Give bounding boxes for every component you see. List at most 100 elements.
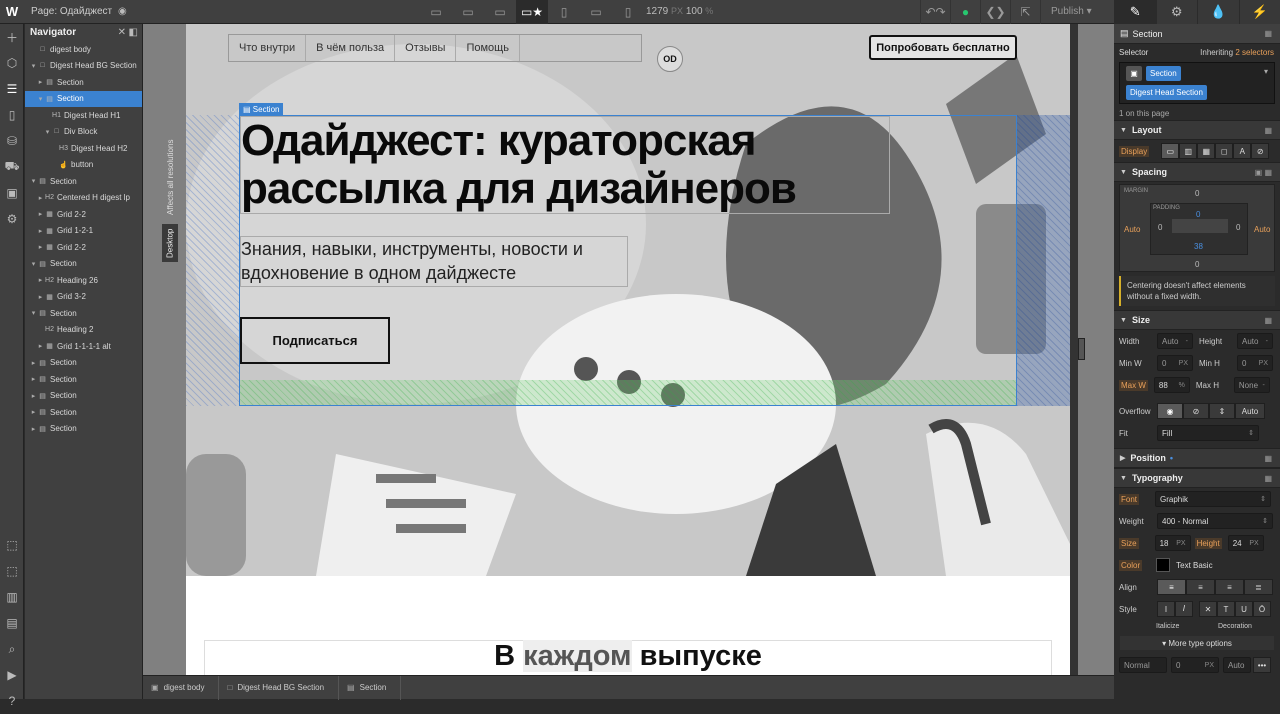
navigator-item[interactable]: ▸▦Grid 3-2 bbox=[25, 289, 142, 306]
try-free-button[interactable]: Попробовать бесплатно bbox=[869, 35, 1017, 60]
position-section-header[interactable]: ▶Position•▦ bbox=[1114, 448, 1280, 468]
align-justify-icon[interactable]: ≣ bbox=[1244, 579, 1273, 595]
navigator-item[interactable]: ▸▦Grid 1-1-1-1 alt bbox=[25, 338, 142, 355]
max-width-input[interactable]: 88% bbox=[1154, 377, 1190, 393]
selector-chip[interactable]: Section bbox=[1146, 66, 1181, 81]
navigator-item[interactable]: ▸H2Centered H digest lp bbox=[25, 190, 142, 207]
overflow-scroll-icon[interactable]: ⇕ bbox=[1209, 403, 1235, 419]
webflow-logo-icon[interactable]: W bbox=[4, 4, 20, 20]
letter-case-select[interactable]: Normal bbox=[1119, 657, 1167, 673]
layout-section-header[interactable]: ▼Layout▦ bbox=[1114, 120, 1280, 140]
line-height-input[interactable]: 24PX bbox=[1228, 535, 1264, 551]
cms-database-icon[interactable]: ⛁ bbox=[0, 128, 24, 154]
hero-section[interactable]: Что внутри В чём польза Отзывы Помощь OD… bbox=[186, 24, 1070, 576]
margin-right-value[interactable]: Auto bbox=[1254, 225, 1270, 234]
section-menu-icon[interactable]: ▦ bbox=[1264, 454, 1272, 463]
navigator-item[interactable]: ▾□Div Block bbox=[25, 124, 142, 141]
padding-bottom-value[interactable]: 38 bbox=[1194, 242, 1203, 251]
breadcrumb-item[interactable]: ▣digest body bbox=[143, 676, 219, 700]
help-icon[interactable]: ? bbox=[0, 688, 24, 714]
preview-eye-icon[interactable]: ◉ bbox=[118, 5, 132, 19]
selection-tag[interactable]: ▤ Section bbox=[239, 103, 283, 115]
expand-arrow-icon[interactable]: ▸ bbox=[36, 210, 45, 218]
expand-arrow-icon[interactable]: ▸ bbox=[36, 243, 45, 251]
style-brush-icon[interactable]: ✎ bbox=[1114, 0, 1156, 24]
align-center-icon[interactable]: ≡ bbox=[1186, 579, 1215, 595]
navigator-item[interactable]: ▸▤Section bbox=[25, 355, 142, 372]
section-menu-icon[interactable]: ▦ bbox=[1264, 126, 1272, 135]
edit-mode-icon[interactable]: ⬚ bbox=[0, 558, 24, 584]
element-settings-icon[interactable]: ▦ bbox=[1264, 29, 1272, 38]
navigator-item[interactable]: H1Digest Head H1 bbox=[25, 107, 142, 124]
navigator-item[interactable]: ▸▦Grid 2-2 bbox=[25, 206, 142, 223]
typography-section-header[interactable]: ▼Typography▦ bbox=[1114, 468, 1280, 488]
italic-on-icon[interactable]: 𝐼 bbox=[1175, 601, 1193, 617]
subscribe-button[interactable]: Подписаться bbox=[240, 317, 390, 364]
display-inline-block-icon[interactable]: ◻ bbox=[1215, 143, 1233, 159]
expand-arrow-icon[interactable]: ▸ bbox=[36, 293, 45, 301]
settings-gear-icon[interactable]: ⚙ bbox=[1156, 0, 1198, 24]
color-value[interactable]: Text Basic bbox=[1176, 561, 1212, 570]
width-input[interactable]: Auto- bbox=[1157, 333, 1193, 349]
overline-icon[interactable]: Ō bbox=[1253, 601, 1271, 617]
min-width-input[interactable]: 0PX bbox=[1157, 355, 1193, 371]
expand-arrow-icon[interactable]: ▸ bbox=[29, 425, 38, 433]
margin-left-value[interactable]: Auto bbox=[1124, 225, 1140, 234]
navigator-item[interactable]: ▸▤Section bbox=[25, 388, 142, 405]
breakpoint-landscape-icon[interactable]: ▭ bbox=[580, 0, 612, 24]
navigator-item[interactable]: ▸▤Section bbox=[25, 421, 142, 438]
padding-top-value[interactable]: 0 bbox=[1196, 210, 1200, 219]
expand-arrow-icon[interactable]: ▸ bbox=[36, 227, 45, 235]
align-left-icon[interactable]: ≡ bbox=[1157, 579, 1186, 595]
section-menu-icon[interactable]: ▣ ▦ bbox=[1255, 168, 1272, 177]
selector-state-icon[interactable]: ▣ bbox=[1126, 66, 1142, 81]
pages-icon[interactable]: ▯ bbox=[0, 102, 24, 128]
more-type-options-button[interactable]: ▾ More type options bbox=[1120, 636, 1274, 650]
section-menu-icon[interactable]: ▦ bbox=[1264, 316, 1272, 325]
display-flex-icon[interactable]: ▥ bbox=[1179, 143, 1197, 159]
undo-redo-icon[interactable]: ↶↷ bbox=[920, 0, 950, 24]
expand-arrow-icon[interactable]: ▸ bbox=[29, 408, 38, 416]
breakpoint-large-icon[interactable]: ▭ bbox=[420, 0, 452, 24]
breakpoint-desktop-icon[interactable]: ▭★ bbox=[516, 0, 548, 24]
chevron-down-icon[interactable]: ▾ bbox=[1264, 67, 1268, 76]
expand-arrow-icon[interactable]: ▸ bbox=[36, 194, 45, 202]
navigator-item[interactable]: ▾□Digest Head BG Section bbox=[25, 58, 142, 75]
expand-arrow-icon[interactable]: ▾ bbox=[29, 177, 38, 185]
style-manager-drops-icon[interactable]: 💧 bbox=[1197, 0, 1239, 24]
padding-right-value[interactable]: 0 bbox=[1236, 223, 1240, 232]
navigator-item[interactable]: H2Heading 2 bbox=[25, 322, 142, 339]
navigator-item[interactable]: H3Digest Head H2 bbox=[25, 140, 142, 157]
settings-gear-icon[interactable]: ⚙ bbox=[0, 206, 24, 232]
min-height-input[interactable]: 0PX bbox=[1237, 355, 1273, 371]
status-check-icon[interactable]: ● bbox=[950, 0, 980, 24]
expand-arrow-icon[interactable]: ▸ bbox=[29, 392, 38, 400]
canvas-size-readout[interactable]: 1279 PX 100 % bbox=[646, 6, 713, 17]
color-swatch[interactable] bbox=[1156, 558, 1170, 572]
size-section-header[interactable]: ▼Size▦ bbox=[1114, 310, 1280, 330]
symbols-cube-icon[interactable]: ⬡ bbox=[0, 50, 24, 76]
strikethrough-icon[interactable]: T bbox=[1217, 601, 1235, 617]
margin-bottom-value[interactable]: 0 bbox=[1195, 260, 1199, 269]
navigator-item[interactable]: □digest body bbox=[25, 41, 142, 58]
breadcrumb-item[interactable]: □Digest Head BG Section bbox=[219, 676, 339, 700]
page-label[interactable]: Page: Одайджест bbox=[31, 6, 112, 17]
code-icon[interactable]: ❮❯ bbox=[980, 0, 1010, 24]
letter-spacing-input[interactable]: 0PX bbox=[1171, 657, 1219, 673]
expand-arrow-icon[interactable]: ▸ bbox=[29, 375, 38, 383]
expand-arrow-icon[interactable]: ▸ bbox=[36, 78, 45, 86]
expand-arrow-icon[interactable]: ▾ bbox=[29, 62, 38, 70]
video-tutorial-icon[interactable]: ▶ bbox=[0, 662, 24, 688]
navigator-item[interactable]: ▸H2Heading 26 bbox=[25, 272, 142, 289]
export-icon[interactable]: ⇱ bbox=[1010, 0, 1040, 24]
expand-arrow-icon[interactable]: ▾ bbox=[29, 260, 38, 268]
spacing-section-header[interactable]: ▼Spacing▣ ▦ bbox=[1114, 162, 1280, 182]
navigator-item[interactable]: ▾▤Section bbox=[25, 173, 142, 190]
align-right-icon[interactable]: ≡ bbox=[1215, 579, 1244, 595]
breadcrumb-item[interactable]: ▤Section bbox=[339, 676, 401, 700]
navigator-icon[interactable]: ☰ bbox=[0, 76, 24, 102]
overflow-auto-button[interactable]: Auto bbox=[1235, 403, 1265, 419]
navigator-item[interactable]: ▸▦Grid 2-2 bbox=[25, 239, 142, 256]
nav-link-1[interactable]: В чём польза bbox=[306, 35, 395, 61]
overflow-visible-icon[interactable]: ◉ bbox=[1157, 403, 1183, 419]
